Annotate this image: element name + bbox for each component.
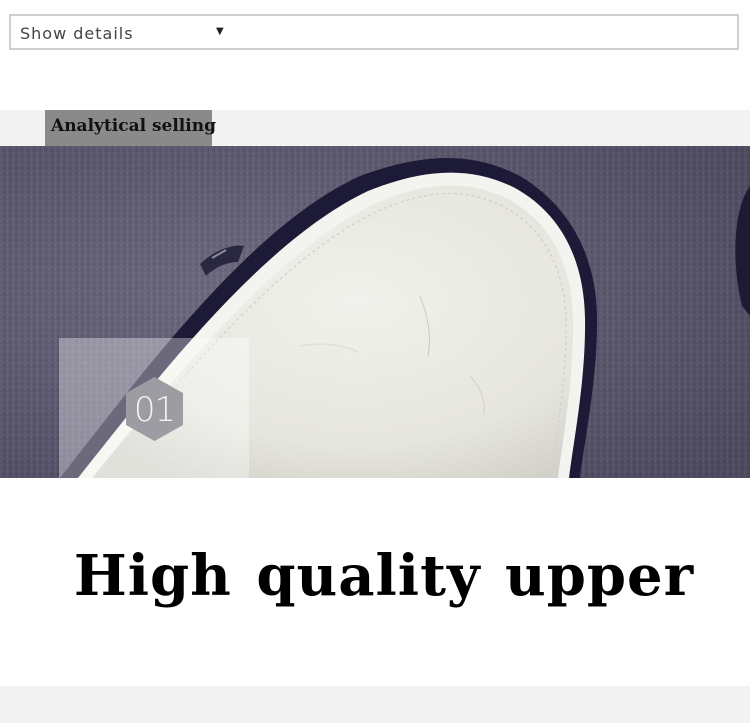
show-details-label: Show details	[20, 24, 134, 43]
bottom-band	[0, 686, 750, 723]
section-title: Analytical selling	[51, 116, 216, 136]
feature-headline: High quality upper	[73, 543, 695, 609]
caret-down-icon: ▼	[216, 26, 224, 37]
show-details-select[interactable]: Show details ▼	[9, 14, 739, 50]
section-title-tab: Analytical selling	[45, 110, 216, 146]
feature-number: 01	[133, 390, 176, 430]
